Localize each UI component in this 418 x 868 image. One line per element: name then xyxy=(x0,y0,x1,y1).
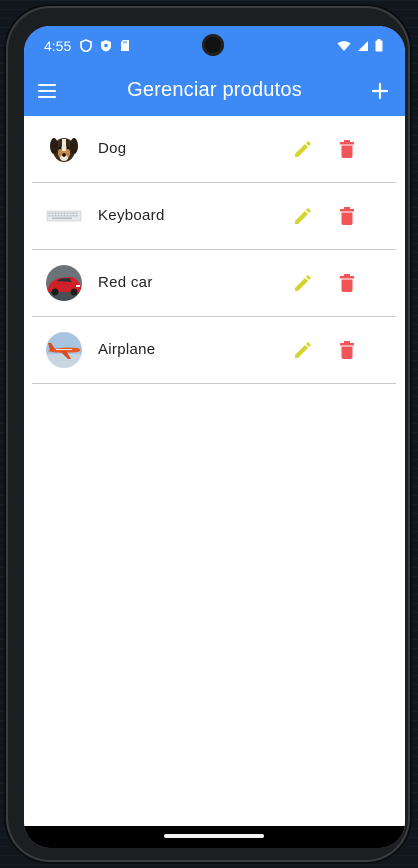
product-name: Airplane xyxy=(98,341,156,358)
app-screen: 4:55 Gerenciar produtos Dog Keyboard Red… xyxy=(24,26,405,848)
product-list: Dog Keyboard Red car Airplane xyxy=(32,116,396,384)
status-icons-left xyxy=(80,39,130,52)
product-row-keyboard[interactable]: Keyboard xyxy=(32,183,396,250)
delete-button[interactable] xyxy=(337,272,357,294)
app-bar: Gerenciar produtos xyxy=(24,66,405,116)
phone-frame: 4:55 Gerenciar produtos Dog Keyboard Red… xyxy=(6,6,410,862)
status-time: 4:55 xyxy=(44,38,72,54)
page-title: Gerenciar produtos xyxy=(127,79,302,101)
airplane-thumbnail xyxy=(46,332,82,368)
product-row-red-car[interactable]: Red car xyxy=(32,250,396,317)
pencil-icon xyxy=(295,275,311,291)
delete-button[interactable] xyxy=(337,339,357,361)
battery-icon xyxy=(375,39,383,52)
red-car-thumbnail xyxy=(46,265,82,301)
front-camera xyxy=(202,34,224,56)
product-row-dog[interactable]: Dog xyxy=(32,116,396,183)
product-name: Red car xyxy=(98,274,153,291)
product-row-airplane[interactable]: Airplane xyxy=(32,317,396,384)
trash-icon xyxy=(340,341,354,359)
pencil-icon xyxy=(295,208,311,224)
status-icons-right xyxy=(337,39,383,52)
status-bar: 4:55 xyxy=(24,26,405,66)
edit-button[interactable] xyxy=(292,272,314,294)
keyboard-thumbnail xyxy=(46,198,82,234)
edit-button[interactable] xyxy=(292,138,314,160)
pencil-icon xyxy=(295,141,311,157)
edit-button[interactable] xyxy=(292,339,314,361)
security-icon xyxy=(101,40,111,52)
red-car-image-icon xyxy=(46,265,82,301)
dog-thumbnail xyxy=(46,131,82,167)
wifi-icon xyxy=(337,40,351,51)
home-gesture-handle[interactable] xyxy=(164,834,264,838)
add-product-button[interactable] xyxy=(365,76,395,106)
product-name: Dog xyxy=(98,140,127,157)
delete-button[interactable] xyxy=(337,138,357,160)
keyboard-image-icon xyxy=(46,198,82,234)
dog-image-icon xyxy=(46,131,82,167)
sd-card-icon xyxy=(121,40,129,51)
plus-icon xyxy=(371,82,389,100)
trash-icon xyxy=(340,140,354,158)
product-name: Keyboard xyxy=(98,207,165,224)
delete-button[interactable] xyxy=(337,205,357,227)
trash-icon xyxy=(340,274,354,292)
shield-icon xyxy=(80,39,92,52)
pencil-icon xyxy=(295,342,311,358)
edit-button[interactable] xyxy=(292,205,314,227)
signal-icon xyxy=(358,40,368,51)
trash-icon xyxy=(340,207,354,225)
airplane-image-icon xyxy=(46,332,82,368)
system-navigation-bar xyxy=(24,826,405,848)
